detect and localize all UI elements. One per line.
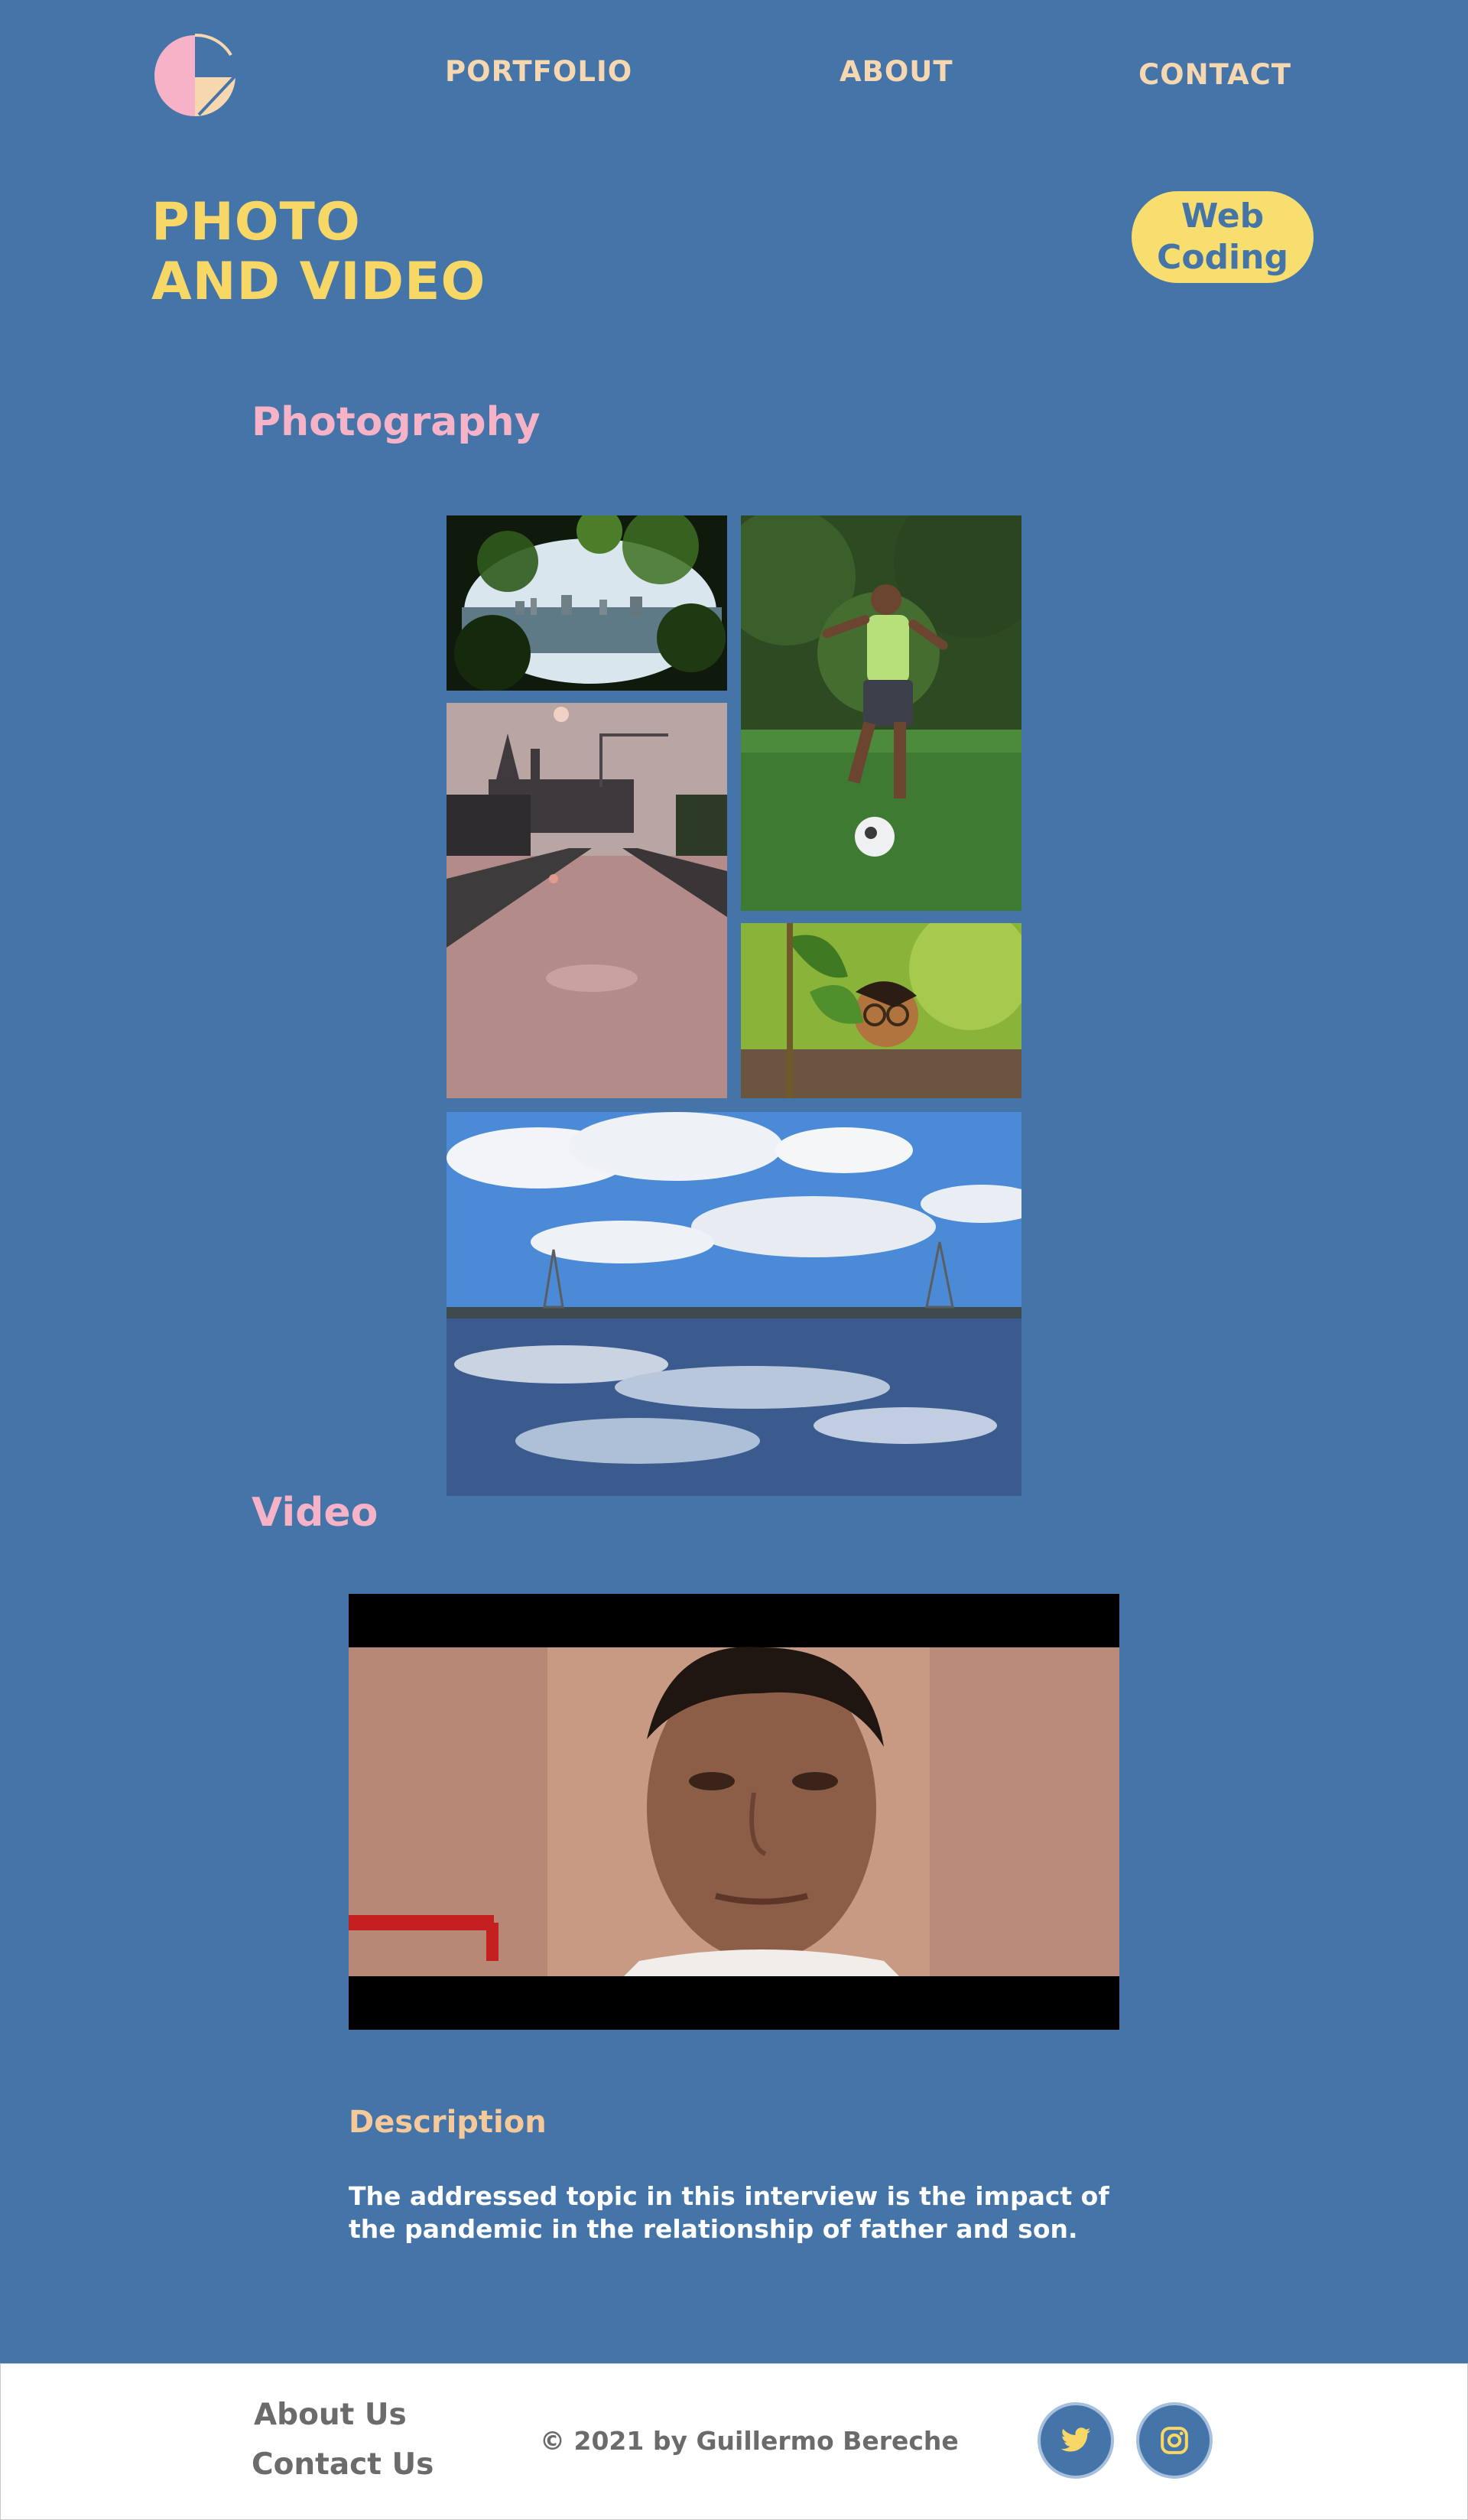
web-coding-label-line2: Coding: [1157, 238, 1288, 277]
twitter-button[interactable]: [1038, 2402, 1114, 2479]
photo-boy-leaves-image: [741, 923, 1021, 1098]
footer-contact-link[interactable]: Contact Us: [252, 2447, 434, 2482]
photo-city-skyline-image: [447, 515, 727, 691]
photography-heading: Photography: [252, 399, 541, 445]
page-title: PHOTO AND VIDEO: [151, 193, 486, 311]
nav-about[interactable]: ABOUT: [840, 55, 953, 88]
twitter-icon: [1060, 2427, 1091, 2452]
description-text: The addressed topic in this interview is…: [349, 2181, 1109, 2244]
video-player[interactable]: [349, 1594, 1119, 2030]
video-heading: Video: [252, 1490, 378, 1536]
photo-soccer-boy[interactable]: [741, 515, 1021, 911]
photo-city-skyline[interactable]: [447, 515, 727, 691]
photo-soccer-boy-image: [741, 515, 1021, 911]
web-coding-label-line1: Web: [1181, 197, 1265, 236]
nav-contact[interactable]: CONTACT: [1138, 58, 1291, 91]
photo-river-reflection-image: [447, 1112, 1021, 1496]
photo-canal-sunset[interactable]: [447, 703, 727, 1098]
page-title-line2: AND VIDEO: [151, 251, 486, 312]
copyright-text: © 2021 by Guillermo Bereche: [540, 2426, 959, 2456]
description-heading: Description: [349, 2105, 547, 2140]
page-title-line1: PHOTO: [151, 192, 361, 252]
photo-river-reflection[interactable]: [447, 1112, 1021, 1496]
logo-icon: [154, 33, 239, 116]
photo-canal-sunset-image: [447, 703, 727, 1098]
nav-portfolio[interactable]: PORTFOLIO: [445, 55, 632, 88]
instagram-button[interactable]: [1136, 2402, 1213, 2479]
photo-boy-leaves[interactable]: [741, 923, 1021, 1098]
instagram-icon: [1161, 2427, 1188, 2454]
web-coding-button[interactable]: Web Coding: [1132, 191, 1314, 283]
video-thumbnail: [349, 1594, 1119, 2030]
footer-about-link[interactable]: About Us: [254, 2398, 407, 2432]
logo[interactable]: [151, 32, 239, 119]
